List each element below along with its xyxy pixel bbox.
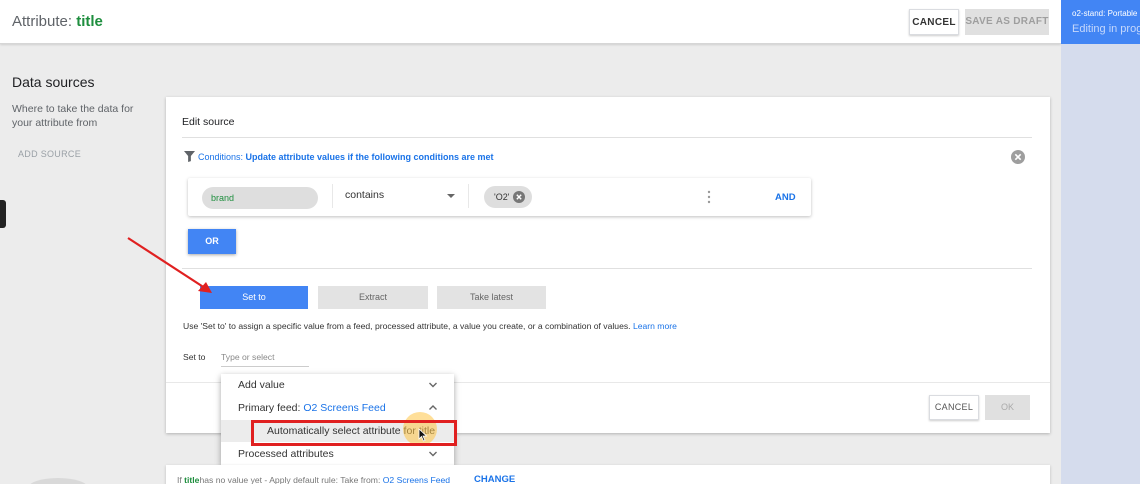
help-description: Use 'Set to' to assign a specific value … [183, 321, 631, 331]
menu-item-label: Add value [238, 379, 285, 391]
annotation-arrow-icon [127, 237, 212, 293]
divider [182, 268, 1032, 269]
edit-cancel-button[interactable]: CANCEL [929, 395, 979, 420]
edit-source-heading: Edit source [182, 116, 235, 128]
title-attribute-name: title [76, 13, 103, 30]
conditions-label: Conditions: [198, 152, 246, 162]
operator-select[interactable]: contains [345, 189, 384, 201]
primary-feed-name: O2 Screens Feed [303, 402, 386, 414]
conditions-text: Update attribute values if the following… [245, 152, 494, 162]
chevron-down-icon [429, 451, 437, 457]
primary-feed-label: Primary feed: [238, 402, 304, 414]
change-button[interactable]: CHANGE [474, 474, 515, 484]
page-title: Attribute: title [12, 13, 103, 30]
menu-item-add-value[interactable]: Add value [221, 374, 454, 396]
and-button[interactable]: AND [775, 192, 796, 203]
chevron-down-icon [429, 382, 437, 388]
remove-conditions-icon[interactable] [1011, 150, 1025, 164]
footer-attribute: title [184, 475, 200, 484]
chevron-down-icon[interactable] [447, 194, 455, 198]
side-panel-header[interactable]: o2-stand: Portable Editing in prog [1061, 0, 1140, 44]
menu-item-label: Processed attributes [238, 448, 334, 460]
footer-feed-link[interactable]: O2 Screens Feed [383, 475, 450, 484]
set-to-input[interactable]: Type or select [221, 351, 309, 367]
side-panel: o2-stand: Portable Editing in prog [1061, 0, 1140, 484]
filter-icon [184, 151, 195, 162]
menu-item-processed-attributes[interactable]: Processed attributes [221, 443, 454, 465]
chevron-up-icon [429, 405, 437, 410]
condition-rule-row: brand contains 'O2' AND [188, 178, 811, 216]
more-options-icon[interactable] [707, 190, 711, 204]
attribute-selector[interactable]: brand [202, 187, 318, 209]
value-chip[interactable]: 'O2' [484, 186, 532, 208]
footer-middle: has no value yet - Apply default rule: T… [199, 475, 383, 484]
menu-item-label: Primary feed: O2 Screens Feed [238, 402, 386, 414]
side-panel-status: Editing in prog [1072, 23, 1140, 35]
divider [468, 184, 469, 208]
set-to-label: Set to [183, 352, 206, 362]
remove-chip-icon[interactable] [513, 191, 525, 203]
title-prefix: Attribute: [12, 13, 77, 30]
divider [182, 137, 1032, 138]
top-app-bar: Attribute: title CANCEL SAVE AS DRAFT [0, 0, 1061, 44]
tab-extract[interactable]: Extract [318, 286, 428, 309]
avatar [28, 478, 88, 484]
data-sources-description: Where to take the data for your attribut… [12, 103, 134, 129]
divider [332, 184, 333, 208]
default-rule-text: If titlehas no value yet - Apply default… [177, 475, 450, 484]
add-source-button[interactable]: ADD SOURCE [18, 149, 81, 159]
side-panel-title: o2-stand: Portable [1072, 9, 1138, 18]
conditions-header: Conditions: Update attribute values if t… [184, 151, 494, 162]
learn-more-link[interactable]: Learn more [633, 321, 677, 331]
default-rule-card: If titlehas no value yet - Apply default… [166, 465, 1050, 484]
help-text: Use 'Set to' to assign a specific value … [183, 321, 677, 331]
mouse-cursor-icon [418, 428, 428, 442]
data-sources-heading: Data sources [12, 74, 95, 90]
tab-take-latest[interactable]: Take latest [437, 286, 546, 309]
cancel-button[interactable]: CANCEL [909, 9, 959, 35]
ok-button[interactable]: OK [985, 395, 1030, 420]
value-chip-label: 'O2' [494, 192, 510, 202]
save-as-draft-button[interactable]: SAVE AS DRAFT [965, 9, 1049, 35]
edge-tab[interactable] [0, 200, 6, 228]
